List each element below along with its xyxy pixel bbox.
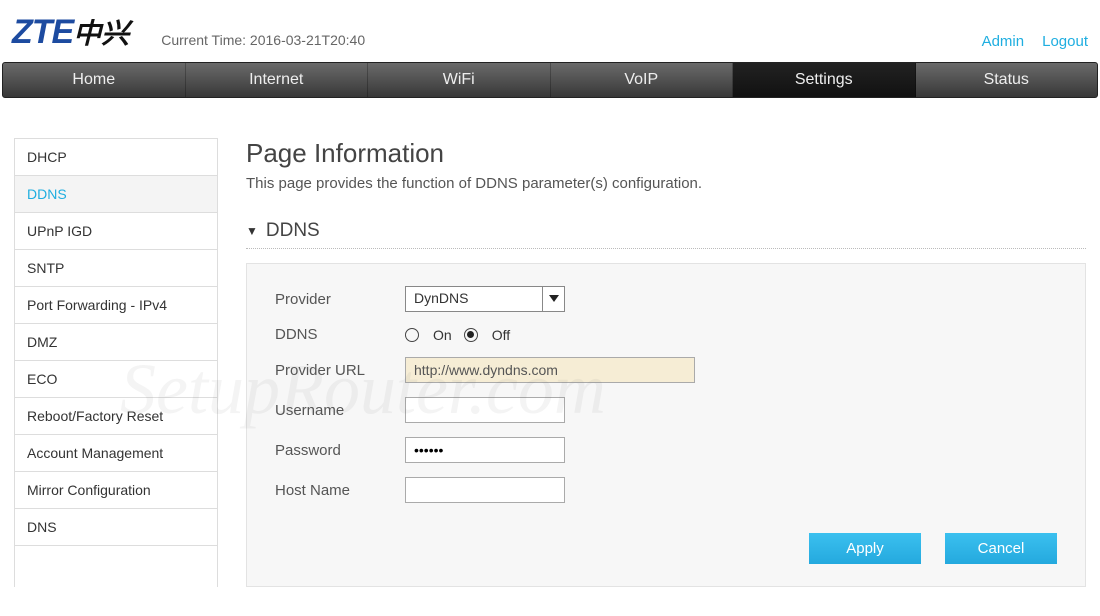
password-label: Password <box>275 442 405 459</box>
sidebar-item-dhcp[interactable]: DHCP <box>15 139 217 176</box>
nav-wifi[interactable]: WiFi <box>368 63 551 97</box>
header-links: Admin Logout <box>982 33 1088 50</box>
sidebar-item-mirror[interactable]: Mirror Configuration <box>15 472 217 509</box>
nav-status[interactable]: Status <box>916 63 1098 97</box>
sidebar-item-dmz[interactable]: DMZ <box>15 324 217 361</box>
username-label: Username <box>275 402 405 419</box>
sidebar-item-dns[interactable]: DNS <box>15 509 217 546</box>
row-password: Password <box>275 437 1057 463</box>
page-title: Page Information <box>246 138 1086 169</box>
section-header[interactable]: ▼ DDNS <box>246 220 1086 249</box>
sidebar-item-sntp[interactable]: SNTP <box>15 250 217 287</box>
logo-text-cn: 中兴 <box>73 12 129 52</box>
provider-label: Provider <box>275 291 405 308</box>
nav-settings[interactable]: Settings <box>733 63 916 97</box>
row-hostname: Host Name <box>275 477 1057 503</box>
button-row: Apply Cancel <box>275 533 1057 564</box>
row-provider: Provider DynDNS <box>275 286 1057 312</box>
collapse-icon: ▼ <box>246 224 258 238</box>
ddns-off-radio[interactable] <box>464 328 478 342</box>
ddns-panel: Provider DynDNS DDNS On Off <box>246 263 1086 587</box>
apply-button[interactable]: Apply <box>809 533 921 564</box>
provider-value: DynDNS <box>406 287 564 309</box>
admin-link[interactable]: Admin <box>982 33 1025 50</box>
row-username: Username <box>275 397 1057 423</box>
row-ddns: DDNS On Off <box>275 326 1057 343</box>
username-input[interactable] <box>405 397 565 423</box>
body: SetupRouter.com DHCP DDNS UPnP IGD SNTP … <box>0 98 1100 597</box>
main-content: Page Information This page provides the … <box>246 138 1086 587</box>
main-nav: Home Internet WiFi VoIP Settings Status <box>2 62 1098 98</box>
sidebar-item-eco[interactable]: ECO <box>15 361 217 398</box>
current-time-label: Current Time: 2016-03-21T20:40 <box>161 32 365 48</box>
nav-internet[interactable]: Internet <box>186 63 369 97</box>
logout-link[interactable]: Logout <box>1042 33 1088 50</box>
sidebar-item-account[interactable]: Account Management <box>15 435 217 472</box>
provider-url-input[interactable] <box>405 357 695 383</box>
ddns-label: DDNS <box>275 326 405 343</box>
sidebar-item-portfwd[interactable]: Port Forwarding - IPv4 <box>15 287 217 324</box>
password-input[interactable] <box>405 437 565 463</box>
nav-home[interactable]: Home <box>3 63 186 97</box>
hostname-label: Host Name <box>275 482 405 499</box>
hostname-input[interactable] <box>405 477 565 503</box>
section-title: DDNS <box>266 220 320 242</box>
sidebar-item-reboot[interactable]: Reboot/Factory Reset <box>15 398 217 435</box>
cancel-button[interactable]: Cancel <box>945 533 1057 564</box>
ddns-off-label: Off <box>492 327 510 343</box>
header: ZTE 中兴 Current Time: 2016-03-21T20:40 Ad… <box>0 0 1100 62</box>
provider-select[interactable]: DynDNS <box>405 286 565 312</box>
logo-text-main: ZTE <box>12 13 73 52</box>
sidebar-item-ddns[interactable]: DDNS <box>15 176 217 213</box>
logo: ZTE 中兴 <box>12 12 129 52</box>
chevron-down-icon <box>542 287 564 311</box>
ddns-on-label: On <box>433 327 452 343</box>
row-provider-url: Provider URL <box>275 357 1057 383</box>
page-description: This page provides the function of DDNS … <box>246 175 1086 192</box>
nav-voip[interactable]: VoIP <box>551 63 734 97</box>
sidebar-item-upnp[interactable]: UPnP IGD <box>15 213 217 250</box>
provider-url-label: Provider URL <box>275 362 405 379</box>
ddns-on-radio[interactable] <box>405 328 419 342</box>
sidebar: DHCP DDNS UPnP IGD SNTP Port Forwarding … <box>14 138 218 587</box>
